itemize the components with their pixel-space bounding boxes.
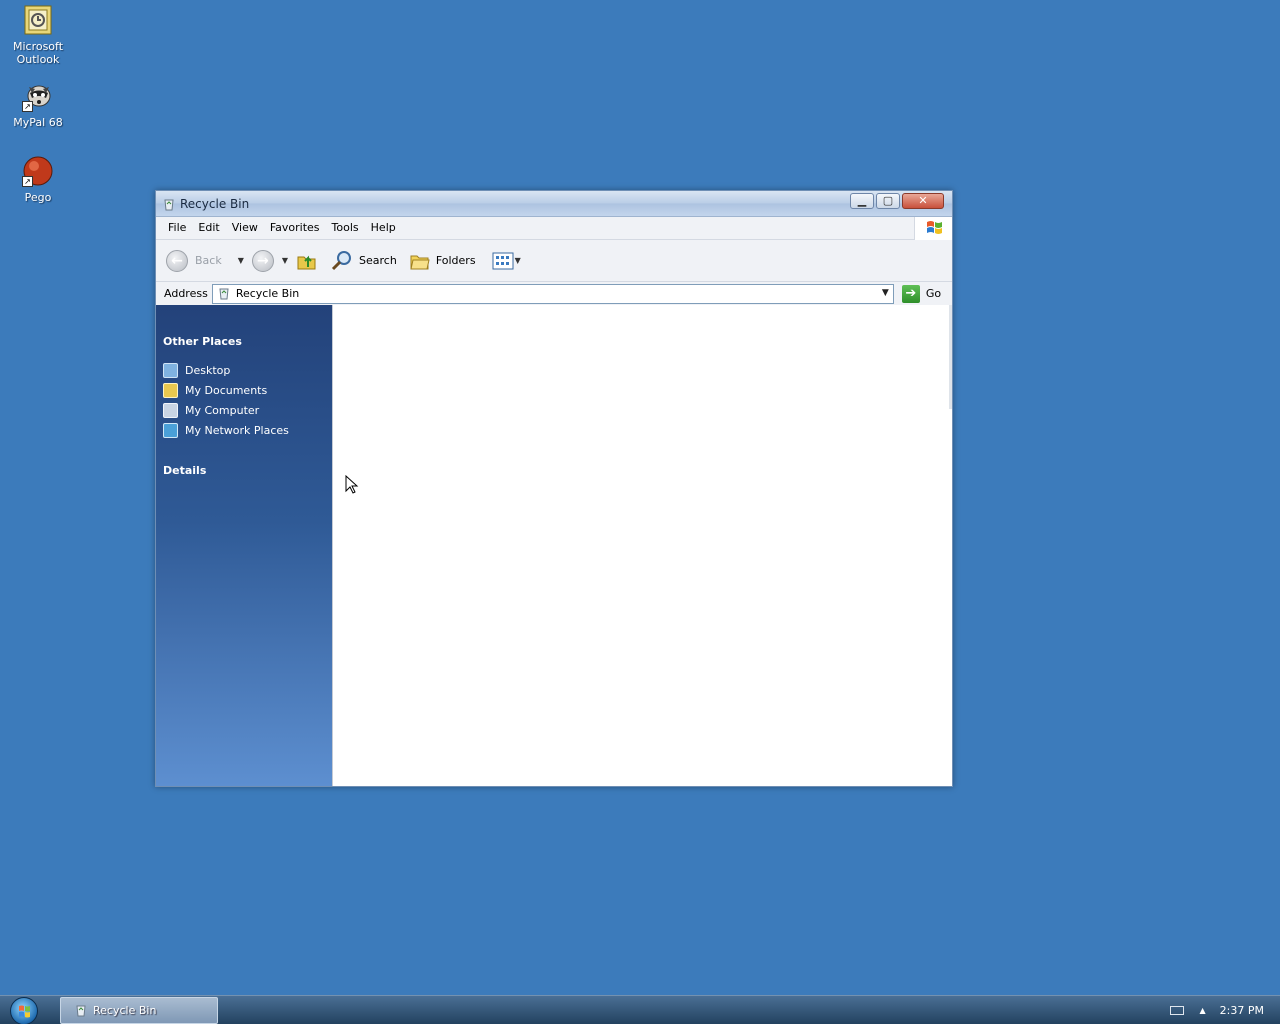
menu-bar: File Edit View Favorites Tools Help bbox=[156, 217, 952, 240]
desktop-icon-mypal[interactable]: ↗ MyPal 68 bbox=[0, 80, 76, 129]
desktop-icon-label: Pego bbox=[24, 191, 52, 204]
desktop-icon-label: Microsoft bbox=[12, 40, 64, 53]
menu-tools[interactable]: Tools bbox=[326, 217, 365, 239]
desktop-icon-label: MyPal 68 bbox=[13, 116, 63, 129]
menu-view[interactable]: View bbox=[226, 217, 264, 239]
folders-icon bbox=[410, 255, 430, 269]
network-places-icon bbox=[163, 422, 178, 438]
search-label: Search bbox=[359, 254, 397, 267]
address-field[interactable]: Recycle Bin ▼ bbox=[211, 283, 894, 304]
search-icon bbox=[331, 250, 352, 270]
close-icon: ✕ bbox=[918, 194, 928, 207]
go-label: Go bbox=[925, 287, 942, 300]
show-hidden-icons-icon[interactable]: ▲ bbox=[1200, 1006, 1206, 1015]
recycle-bin-window: Recycle Bin ▁ ▢ ✕ File Edit View Favorit… bbox=[155, 190, 953, 787]
place-label: My Computer bbox=[185, 403, 260, 417]
forward-dropdown-icon[interactable]: ▼ bbox=[282, 256, 288, 265]
back-arrow-icon: ← bbox=[166, 249, 188, 272]
place-label: My Documents bbox=[185, 383, 268, 397]
taskbar-button-label: Recycle Bin bbox=[93, 1004, 157, 1017]
my-computer-icon bbox=[163, 402, 178, 418]
desktop-icon-pego[interactable]: ↗ Pego bbox=[0, 155, 76, 204]
recycle-bin-icon bbox=[76, 1005, 86, 1017]
menu-file[interactable]: File bbox=[162, 217, 192, 239]
place-label: My Network Places bbox=[185, 423, 289, 437]
menu-favorites[interactable]: Favorites bbox=[264, 217, 326, 239]
windows-logo-icon bbox=[914, 217, 952, 240]
views-icon bbox=[492, 252, 514, 269]
raccoon-icon: ↗ bbox=[22, 80, 54, 112]
folders-label: Folders bbox=[435, 254, 476, 267]
back-label: Back bbox=[195, 254, 222, 267]
address-value: Recycle Bin bbox=[235, 287, 300, 300]
up-folder-button[interactable] bbox=[296, 250, 318, 272]
back-button[interactable]: ← Back bbox=[166, 249, 222, 272]
menu-edit[interactable]: Edit bbox=[192, 217, 225, 239]
place-desktop[interactable]: Desktop bbox=[156, 360, 332, 380]
place-my-documents[interactable]: My Documents bbox=[156, 380, 332, 400]
views-button[interactable]: ▼ bbox=[492, 252, 521, 270]
views-dropdown-icon: ▼ bbox=[514, 256, 521, 265]
minimize-icon: ▁ bbox=[857, 194, 867, 207]
menu-help[interactable]: Help bbox=[365, 217, 402, 239]
start-button[interactable] bbox=[10, 997, 38, 1024]
taskbar: Recycle Bin ▲ 2:37 PM bbox=[0, 995, 1280, 1024]
system-tray: ▲ 2:37 PM bbox=[1169, 996, 1264, 1024]
back-dropdown-icon[interactable]: ▼ bbox=[238, 256, 244, 265]
other-places-header[interactable]: Other Places bbox=[156, 335, 332, 348]
maximize-button[interactable]: ▢ bbox=[876, 193, 900, 209]
window-title: Recycle Bin bbox=[180, 197, 250, 211]
shortcut-arrow-icon: ↗ bbox=[22, 101, 33, 112]
address-label: Address bbox=[164, 287, 208, 300]
forward-arrow-icon: → bbox=[251, 249, 274, 272]
desktop-icon bbox=[163, 362, 178, 378]
forward-button[interactable]: → bbox=[251, 249, 274, 272]
place-my-network-places[interactable]: My Network Places bbox=[156, 420, 332, 440]
details-header[interactable]: Details bbox=[156, 464, 332, 477]
recycle-bin-icon bbox=[164, 199, 174, 211]
go-button[interactable]: ➔ Go bbox=[901, 284, 942, 303]
desktop-icon-label: Outlook bbox=[16, 53, 60, 66]
mouse-cursor-icon bbox=[345, 475, 359, 494]
recycle-bin-icon bbox=[219, 288, 229, 300]
place-label: Desktop bbox=[185, 363, 231, 377]
scrollbar[interactable] bbox=[949, 305, 952, 409]
outlook-icon bbox=[22, 4, 54, 36]
taskbar-button-recycle-bin[interactable]: Recycle Bin bbox=[60, 997, 218, 1024]
explorer-body: Other Places Desktop My Documents My Com… bbox=[156, 305, 952, 786]
folders-button[interactable]: Folders bbox=[409, 250, 476, 272]
keyboard-icon[interactable] bbox=[1169, 1006, 1184, 1015]
go-arrow-icon: ➔ bbox=[901, 284, 920, 303]
address-dropdown-icon[interactable]: ▼ bbox=[882, 288, 889, 298]
place-my-computer[interactable]: My Computer bbox=[156, 400, 332, 420]
toolbar: ← Back ▼ → ▼ Search Folders ▼ bbox=[156, 240, 952, 282]
shortcut-arrow-icon: ↗ bbox=[22, 176, 33, 187]
close-button[interactable]: ✕ bbox=[902, 193, 944, 209]
title-bar[interactable]: Recycle Bin ▁ ▢ ✕ bbox=[156, 191, 952, 217]
windows-logo-icon bbox=[19, 1005, 30, 1018]
desktop-icon-outlook[interactable]: Microsoft Outlook bbox=[0, 4, 76, 66]
task-pane: Other Places Desktop My Documents My Com… bbox=[156, 305, 332, 786]
address-bar: Address Recycle Bin ▼ ➔ Go bbox=[156, 282, 952, 306]
my-documents-icon bbox=[163, 382, 178, 398]
pego-icon: ↗ bbox=[22, 155, 54, 187]
minimize-button[interactable]: ▁ bbox=[850, 193, 874, 209]
up-folder-icon bbox=[297, 255, 316, 269]
maximize-icon: ▢ bbox=[882, 194, 894, 207]
clock[interactable]: 2:37 PM bbox=[1220, 1004, 1264, 1017]
file-list-area[interactable] bbox=[332, 305, 952, 786]
search-button[interactable]: Search bbox=[330, 249, 397, 273]
